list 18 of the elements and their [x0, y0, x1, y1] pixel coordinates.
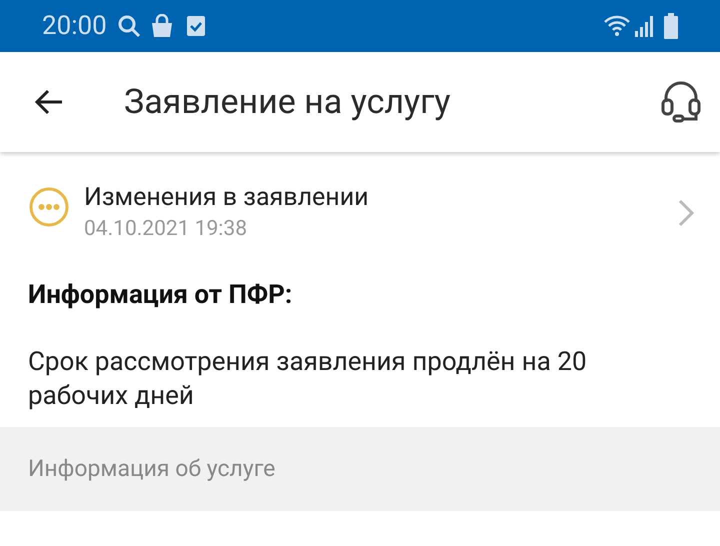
clock: 20:00	[42, 10, 107, 42]
support-button[interactable]	[660, 80, 702, 124]
search-icon	[116, 14, 141, 38]
bag-icon	[150, 14, 173, 38]
screen-title: Заявление на услугу	[124, 80, 452, 124]
battery-icon	[664, 13, 678, 39]
back-arrow-icon	[34, 89, 64, 115]
chevron-right-icon	[678, 199, 694, 227]
headset-icon	[660, 80, 702, 124]
status-title: Изменения в заявлении	[84, 182, 370, 214]
info-text: Срок рассмотрения заявления продлён на 20 рабочих дней	[28, 346, 588, 413]
wifi-icon	[604, 14, 630, 38]
status-list-item[interactable]: Изменения в заявлении 04.10.2021 19:38	[0, 152, 720, 260]
info-heading: Информация от ПФР:	[28, 279, 294, 312]
signal-icon	[634, 14, 654, 38]
section-title: Информация об услуге	[28, 454, 276, 484]
checkbox-icon	[186, 16, 205, 36]
status-date: 04.10.2021 19:38	[84, 216, 248, 243]
